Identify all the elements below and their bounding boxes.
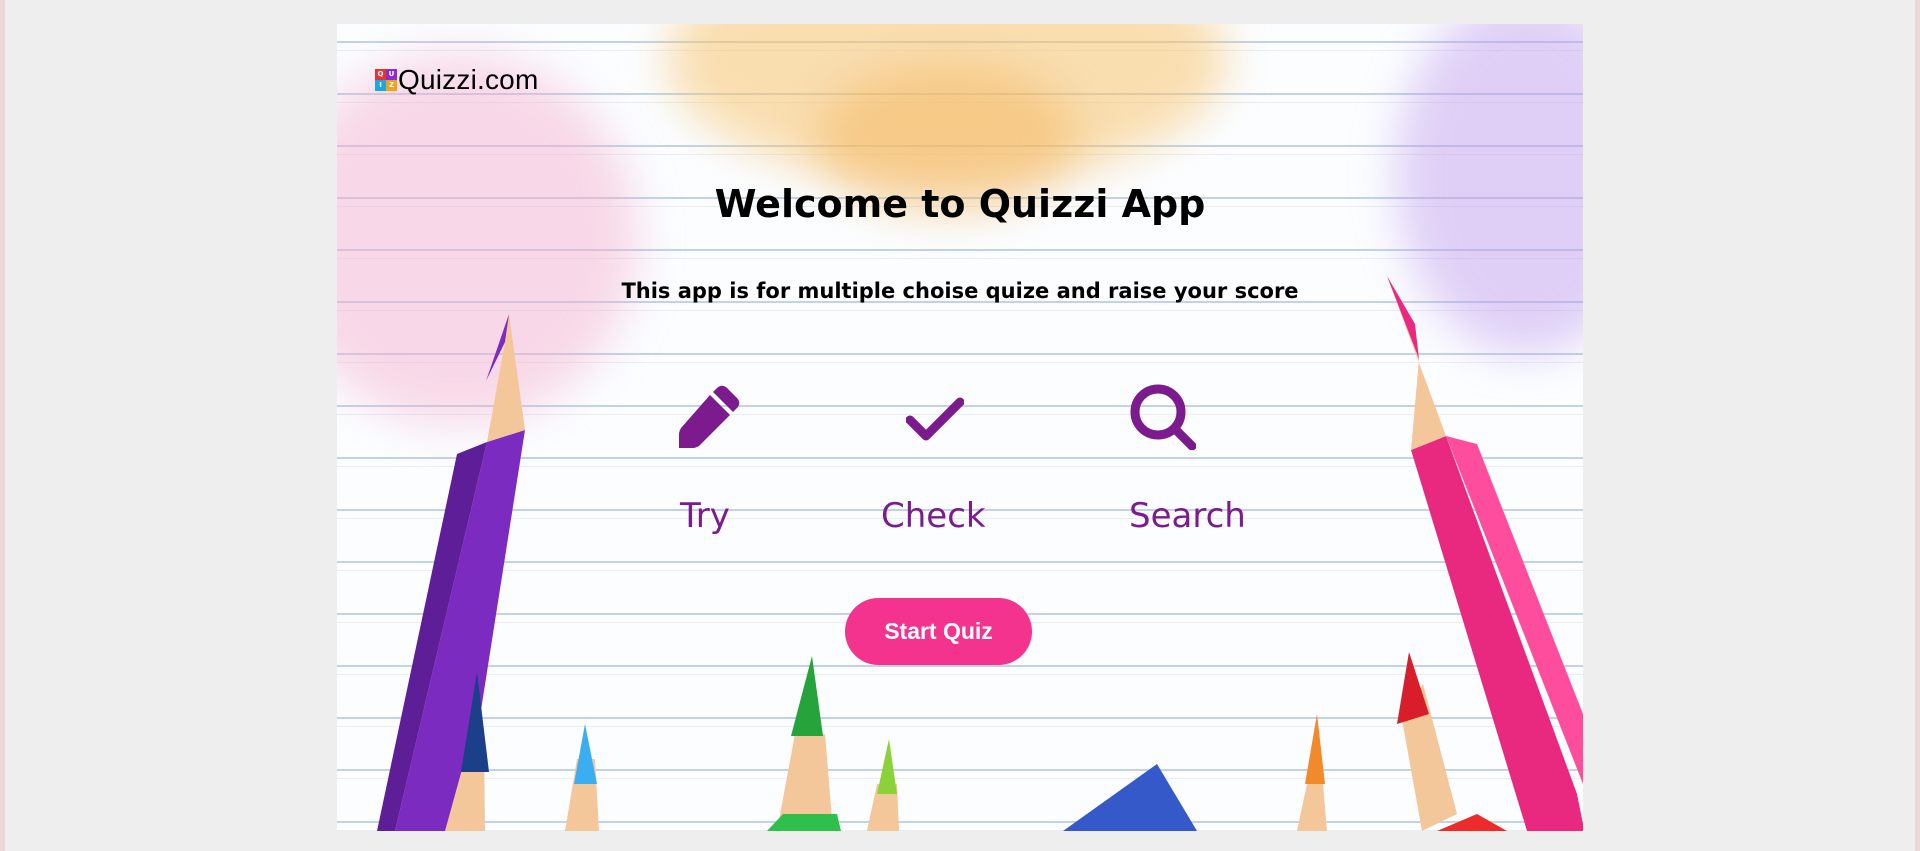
logo-letter-z: Z — [386, 80, 397, 91]
start-quiz-button[interactable]: Start Quiz — [845, 598, 1032, 665]
page-subtitle: This app is for multiple choise quize an… — [621, 279, 1299, 303]
feature-label-check: Check — [881, 496, 986, 536]
feature-label-try: Try — [680, 496, 730, 536]
checkmark-icon — [906, 397, 964, 441]
logo-letter-i: I — [375, 80, 386, 91]
search-icon — [1130, 384, 1196, 450]
purple-pencil-left — [377, 314, 525, 831]
bottom-pencils — [445, 652, 1507, 831]
site-logo[interactable]: Q U I Z Quizzi.com — [375, 64, 538, 96]
logo-text: Quizzi.com — [398, 64, 539, 95]
page-title: Welcome to Quizzi App — [714, 182, 1206, 226]
logo-letter-u: U — [386, 69, 397, 80]
quiz-logo-icon: Q U I Z — [375, 69, 397, 91]
pencil-icon — [679, 385, 740, 448]
welcome-card: Q U I Z Quizzi.com Welcome to Quizzi App… — [337, 24, 1583, 831]
feature-label-search: Search — [1129, 496, 1246, 536]
logo-letter-q: Q — [375, 69, 386, 80]
